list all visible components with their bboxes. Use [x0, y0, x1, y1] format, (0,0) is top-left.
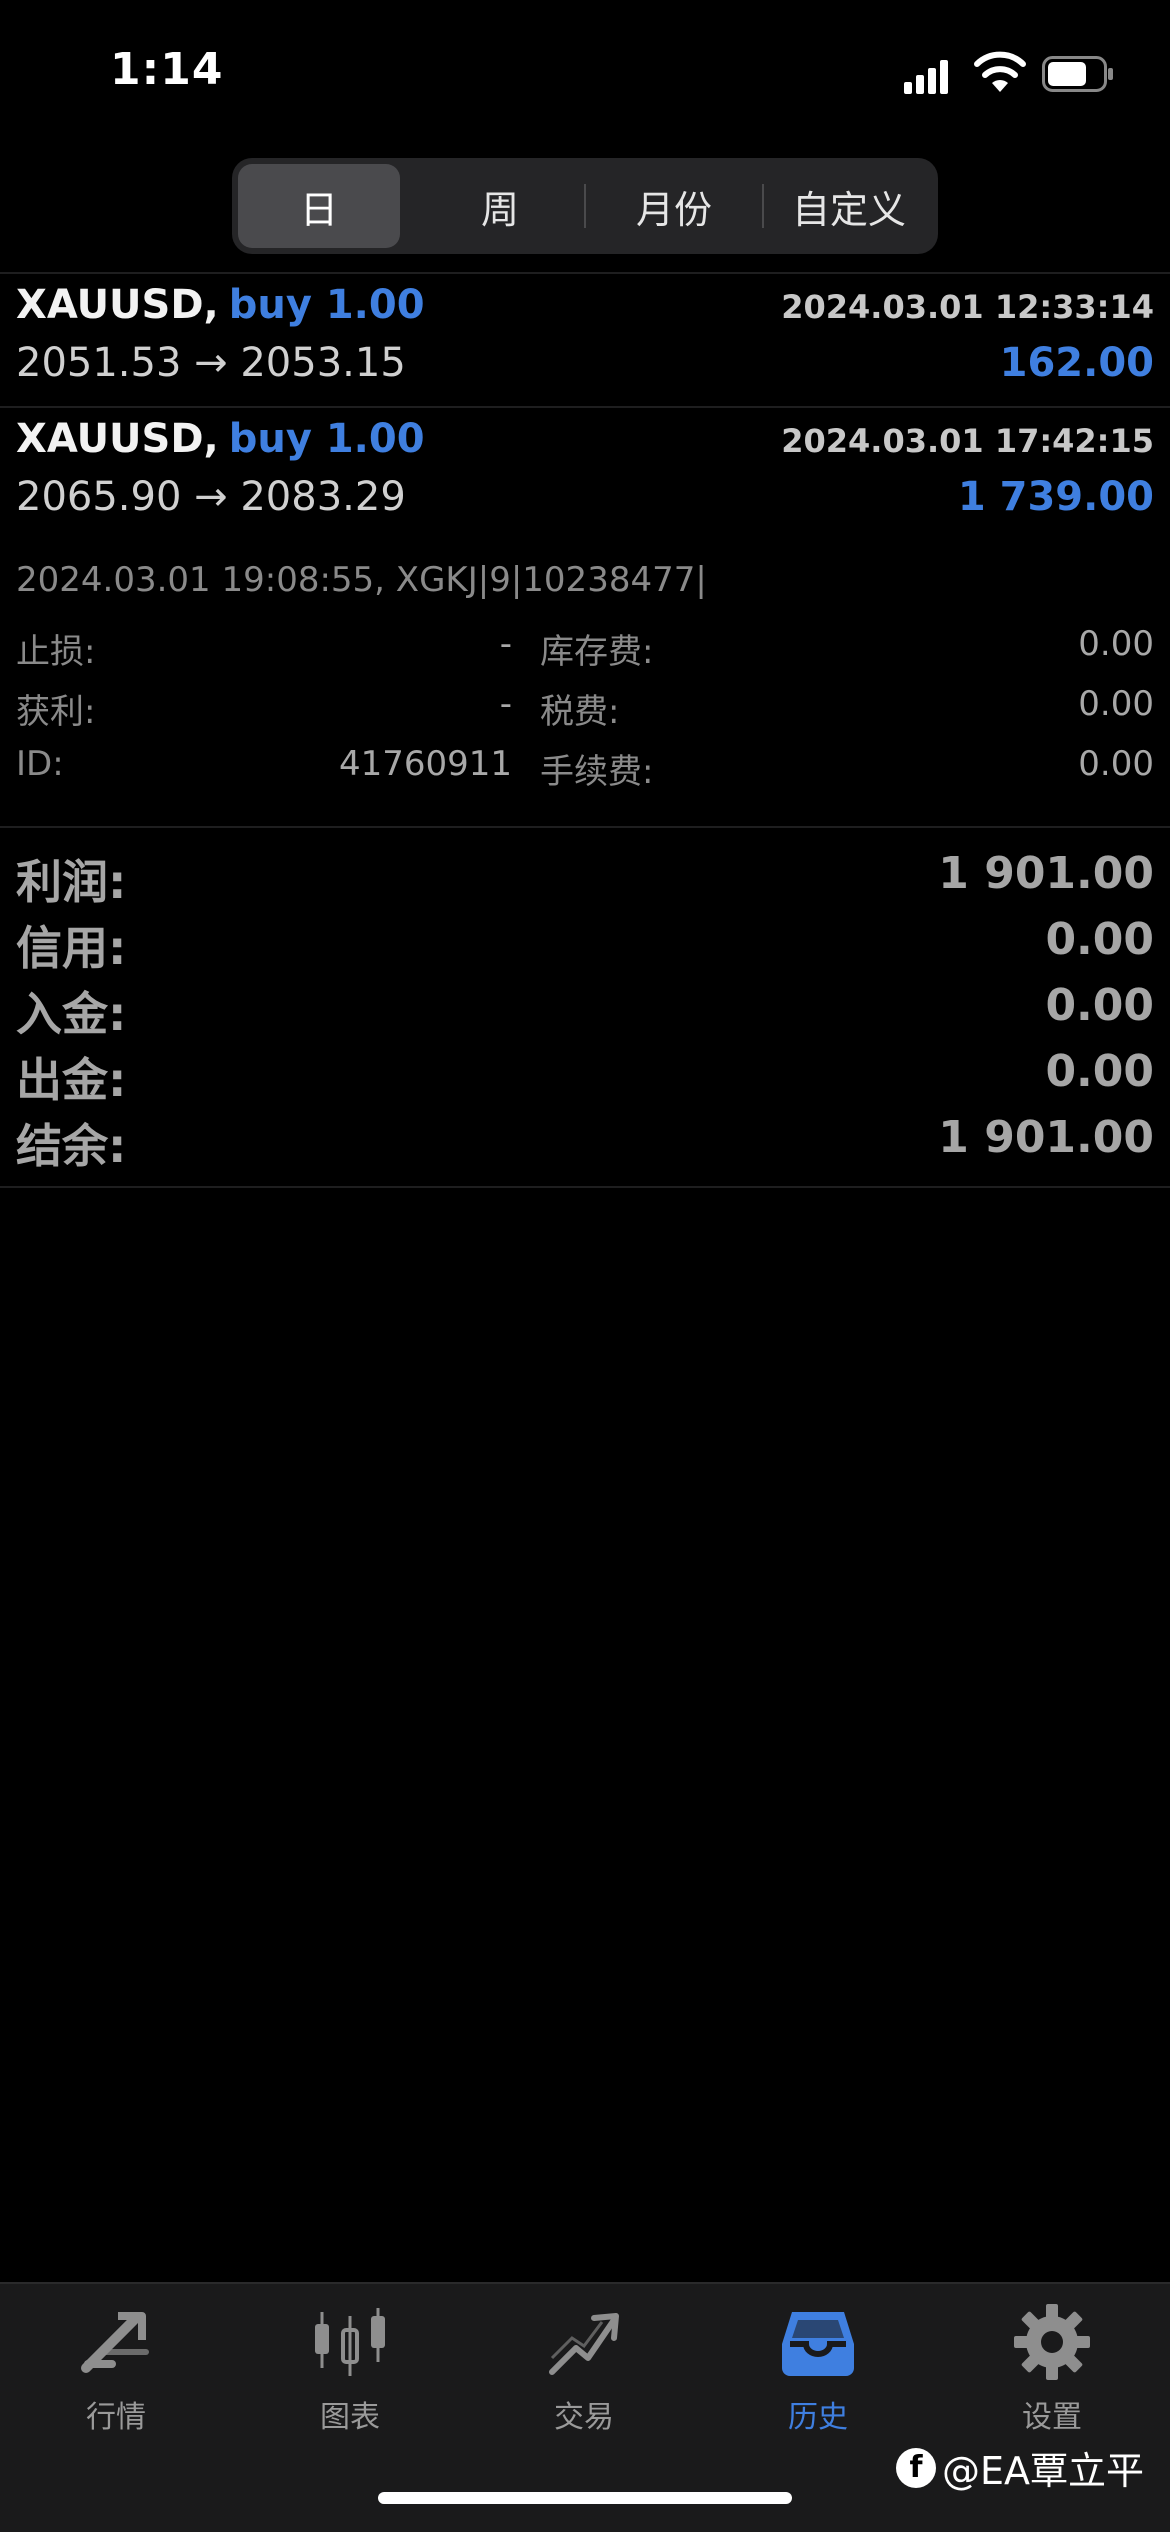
history-inbox-icon — [782, 2312, 854, 2376]
tab-week[interactable]: 周 — [418, 164, 582, 248]
divider — [0, 826, 1170, 828]
tab-label: 历史 — [788, 2400, 848, 2435]
id-value: 41760911 — [338, 744, 512, 784]
deal-symbol: XAUUSD, buy 1.00 — [16, 282, 425, 328]
swap-label: 库存费: — [540, 632, 654, 672]
wifi-icon — [974, 51, 1026, 92]
deal-prices: 2051.53 → 2053.15 — [16, 340, 406, 386]
status-time: 1:14 — [110, 44, 224, 95]
summary-withdrawal-value: 0.00 — [1045, 1046, 1154, 1097]
tax-value: 0.00 — [1078, 684, 1154, 724]
segment-divider — [584, 184, 586, 228]
tab-history[interactable]: 历史 — [738, 2302, 898, 2452]
candlestick-chart-icon — [315, 2308, 385, 2376]
swap-value: 0.00 — [1078, 624, 1154, 664]
tab-trade[interactable]: 交易 — [504, 2302, 664, 2452]
period-selector: 日 周 月份 自定义 — [232, 158, 938, 254]
trade-trend-icon — [549, 2313, 619, 2375]
tab-settings[interactable]: 设置 — [972, 2302, 1132, 2452]
deal-prices: 2065.90 → 2083.29 — [16, 474, 406, 520]
summary-credit-value: 0.00 — [1045, 914, 1154, 965]
battery-icon — [1042, 56, 1113, 92]
cellular-signal-icon — [904, 60, 948, 94]
tab-custom[interactable]: 自定义 — [766, 164, 932, 248]
tab-label: 图表 — [320, 2400, 380, 2435]
summary-credit-label: 信用: — [16, 921, 127, 975]
tab-label: 行情 — [86, 2400, 146, 2435]
tab-day[interactable]: 日 — [238, 164, 400, 248]
commission-label: 手续费: — [540, 752, 654, 792]
summary-profit-label: 利润: — [16, 855, 127, 909]
deal-profit: 162.00 — [999, 340, 1154, 386]
deal-row[interactable]: XAUUSD, buy 1.00 2024.03.01 12:33:14 2051… — [0, 274, 1170, 404]
tab-label: 设置 — [1022, 2400, 1082, 2435]
divider — [0, 1186, 1170, 1188]
take-profit-label: 获利: — [16, 692, 96, 732]
quotes-arrows-icon — [81, 2312, 149, 2373]
symbol-text: XAUUSD, — [16, 282, 219, 328]
home-indicator[interactable] — [378, 2492, 792, 2504]
summary-deposit-value: 0.00 — [1045, 980, 1154, 1031]
deal-detail-line: 2024.03.01 19:08:55, XGKJ|9|10238477| — [16, 560, 707, 600]
gear-icon — [1014, 2304, 1090, 2380]
deal-datetime: 2024.03.01 17:42:15 — [781, 422, 1154, 460]
deal-direction: buy 1.00 — [228, 282, 425, 328]
summary-profit-value: 1 901.00 — [938, 848, 1154, 899]
commission-value: 0.00 — [1078, 744, 1154, 784]
watermark-text: @EA覃立平 — [942, 2449, 1145, 2493]
tab-charts[interactable]: 图表 — [270, 2302, 430, 2452]
id-label: ID: — [16, 744, 64, 784]
deal-row[interactable]: XAUUSD, buy 1.00 2024.03.01 17:42:15 2065… — [0, 408, 1170, 538]
summary-withdrawal-label: 出金: — [16, 1053, 127, 1107]
facebook-icon: f — [896, 2447, 936, 2488]
deal-direction: buy 1.00 — [228, 416, 425, 462]
segment-divider — [762, 184, 764, 228]
take-profit-value: - — [499, 684, 512, 724]
tax-label: 税费: — [540, 692, 620, 732]
stop-loss-label: 止损: — [16, 632, 96, 672]
summary-balance-value: 1 901.00 — [938, 1112, 1154, 1163]
deal-datetime: 2024.03.01 12:33:14 — [781, 288, 1154, 326]
symbol-text: XAUUSD, — [16, 416, 219, 462]
tab-month[interactable]: 月份 — [588, 164, 760, 248]
stop-loss-value: - — [499, 624, 512, 664]
watermark: f @EA覃立平 — [896, 2440, 1144, 2495]
summary-deposit-label: 入金: — [16, 987, 127, 1041]
deal-symbol: XAUUSD, buy 1.00 — [16, 416, 425, 462]
summary-balance-label: 结余: — [16, 1119, 127, 1173]
tab-quotes[interactable]: 行情 — [36, 2302, 196, 2452]
tab-label: 交易 — [554, 2400, 614, 2435]
deal-profit: 1 739.00 — [957, 474, 1154, 520]
